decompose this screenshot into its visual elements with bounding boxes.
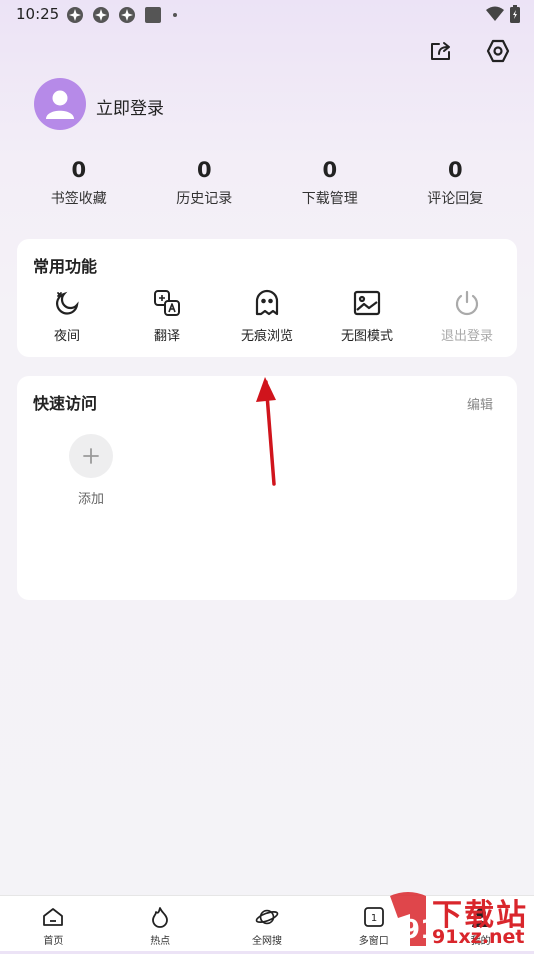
edit-button[interactable]: 编辑 — [467, 394, 493, 413]
common-functions-title: 常用功能 — [33, 257, 98, 276]
stat-history[interactable]: 0 历史记录 — [149, 155, 259, 208]
function-logout[interactable]: 退出登录 — [417, 289, 517, 344]
function-label: 退出登录 — [440, 329, 493, 344]
power-icon — [453, 289, 481, 317]
stat-value: 0 — [196, 158, 212, 182]
nav-hot[interactable]: 热点 — [107, 896, 214, 951]
stat-label: 下载管理 — [301, 191, 358, 207]
nav-label: 首页 — [43, 936, 64, 947]
windows-icon: 1 — [362, 905, 386, 929]
share-icon[interactable] — [426, 36, 456, 66]
add-shortcut-label: 添加 — [77, 492, 104, 507]
planet-icon — [255, 905, 279, 929]
stat-value: 0 — [447, 158, 463, 182]
status-bar: 10:25 — [0, 0, 534, 30]
settings-icon[interactable] — [483, 36, 513, 66]
stat-label: 评论回复 — [427, 191, 484, 207]
flame-icon — [148, 905, 172, 929]
annotation-arrow-icon — [256, 377, 276, 486]
stat-bookmarks[interactable]: 0 书签收藏 — [24, 155, 134, 208]
moon-icon — [53, 289, 81, 317]
plus-icon — [83, 448, 99, 464]
function-label: 无痕浏览 — [240, 329, 293, 344]
function-label: 翻译 — [153, 329, 180, 344]
function-list: 夜间 翻译 无痕浏览 无图模式 退出登录 — [17, 289, 517, 344]
stat-value: 0 — [322, 158, 338, 182]
common-functions-card: 常用功能 夜间 翻译 无痕浏览 无图模式 退出登录 — [17, 239, 517, 357]
stat-label: 书签收藏 — [50, 191, 107, 207]
ghost-icon — [253, 289, 281, 317]
nav-search[interactable]: 全网搜 — [214, 896, 321, 951]
translate-icon — [153, 289, 181, 317]
notification-dot-icon — [173, 13, 177, 17]
function-incognito[interactable]: 无痕浏览 — [217, 289, 317, 344]
user-avatar-icon — [46, 90, 74, 119]
image-icon — [353, 289, 381, 317]
status-time: 10:25 — [16, 5, 60, 23]
wifi-icon — [486, 6, 504, 21]
battery-icon — [510, 5, 520, 23]
notification-app-icon — [93, 7, 109, 23]
nav-home[interactable]: 首页 — [0, 896, 107, 951]
windows-count-badge: 1 — [371, 913, 377, 924]
stat-downloads[interactable]: 0 下载管理 — [275, 155, 385, 208]
home-icon — [41, 905, 65, 929]
watermark: 91 下载站 91xz.net — [388, 888, 534, 950]
nav-label: 多窗口 — [358, 936, 389, 947]
nav-label: 热点 — [150, 936, 171, 947]
quick-access-title: 快速访问 — [33, 394, 98, 413]
function-night-mode[interactable]: 夜间 — [17, 289, 117, 344]
function-label: 无图模式 — [340, 329, 393, 344]
notification-app-icon — [119, 7, 135, 23]
function-label: 夜间 — [53, 329, 80, 344]
stat-label: 历史记录 — [176, 191, 233, 207]
login-link[interactable]: 立即登录 — [96, 94, 164, 119]
notification-square-icon — [145, 7, 161, 23]
notification-app-icon — [67, 7, 83, 23]
stat-value: 0 — [71, 158, 87, 182]
status-notification-icons — [66, 5, 180, 25]
avatar[interactable] — [34, 78, 86, 130]
stats-row: 0 书签收藏 0 历史记录 0 下载管理 0 评论回复 — [0, 155, 534, 208]
status-system-icons — [486, 5, 520, 23]
watermark-domain: 91xz.net — [432, 926, 525, 948]
function-no-image[interactable]: 无图模式 — [317, 289, 417, 344]
function-translate[interactable]: 翻译 — [117, 289, 217, 344]
stat-comments[interactable]: 0 评论回复 — [400, 155, 510, 208]
add-shortcut-button[interactable] — [69, 434, 113, 478]
nav-label: 全网搜 — [251, 936, 282, 947]
